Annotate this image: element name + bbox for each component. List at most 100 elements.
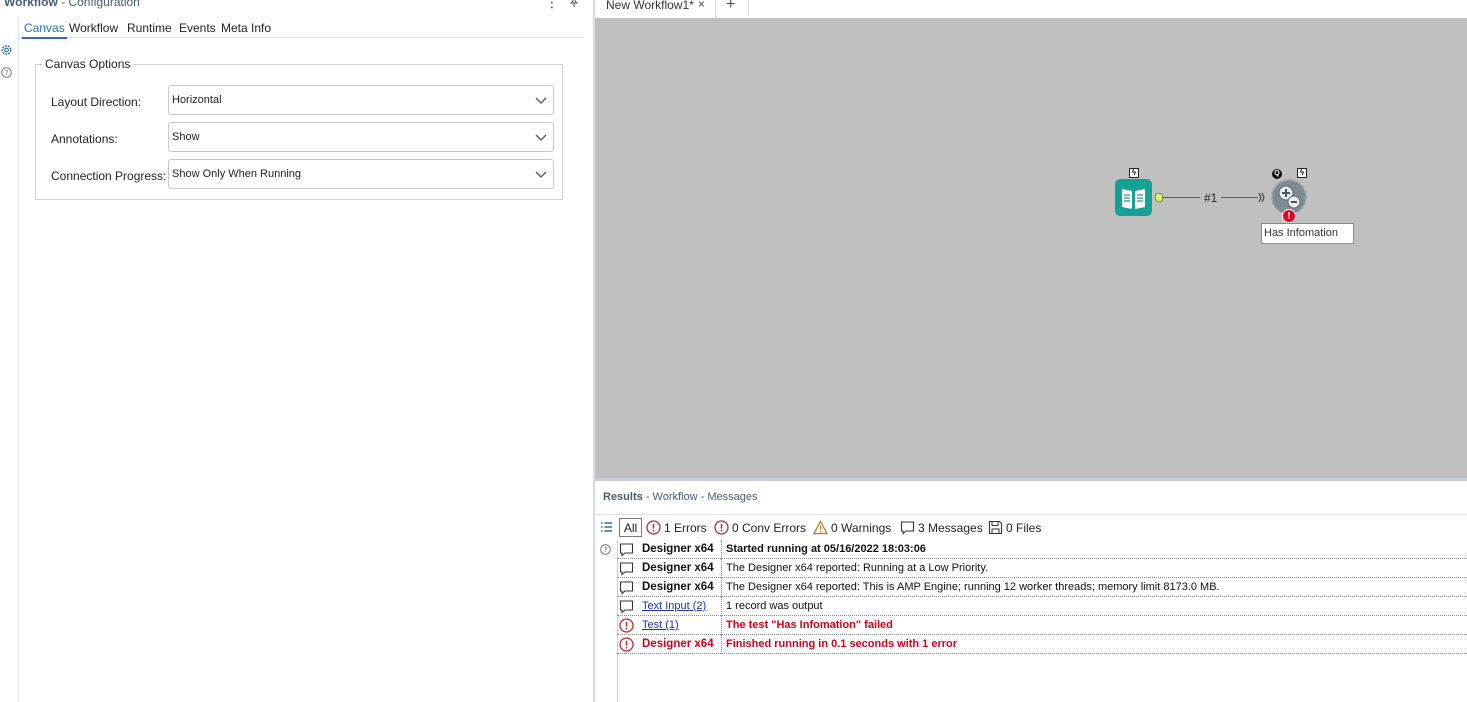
chevron-down-icon: [535, 134, 547, 141]
column-divider: [721, 578, 722, 597]
filter-warnings-button[interactable]: 0 Warnings: [813, 518, 891, 537]
message-icon: [619, 600, 634, 614]
error-icon: [619, 618, 634, 633]
canvas-options-legend: Canvas Options: [42, 57, 134, 71]
connection-line[interactable]: [1221, 197, 1258, 198]
chevron-down-icon: [535, 171, 547, 178]
table-row[interactable]: Designer x64 Started running at 05/16/20…: [617, 540, 1467, 559]
filter-all-label: All: [623, 520, 638, 535]
filter-files-label: 0 Files: [1006, 520, 1042, 535]
connection-progress-value: Show Only When Running: [172, 168, 302, 180]
column-divider: [721, 597, 722, 616]
annotations-label: Annotations:: [51, 132, 118, 146]
message-text: The Designer x64 reported: This is AMP E…: [726, 581, 1220, 593]
divider: [595, 514, 1467, 515]
filter-conv-errors-label: 0 Conv Errors: [732, 520, 807, 535]
layout-direction-select[interactable]: Horizontal: [168, 85, 554, 115]
filter-files-button[interactable]: 0 Files: [988, 518, 1041, 537]
error-indicator-icon: !: [1282, 209, 1296, 223]
filter-conv-errors-button[interactable]: 0 Conv Errors: [714, 518, 806, 537]
filter-errors-button[interactable]: 1 Errors: [646, 518, 707, 537]
filter-all-button[interactable]: All: [619, 518, 642, 537]
filter-warnings-label: 0 Warnings: [831, 520, 892, 535]
filter-errors-label: 1 Errors: [664, 520, 707, 535]
connection-progress-select[interactable]: Show Only When Running: [168, 159, 554, 189]
column-divider: [721, 540, 722, 559]
more-options-icon[interactable]: ⋮: [545, 0, 559, 11]
message-text: Started running at 05/16/2022 18:03:06: [726, 543, 926, 555]
results-title: Results - Workflow - Messages: [603, 491, 757, 503]
results-title-sub: - Workflow - Messages: [645, 491, 758, 503]
svg-text:?: ?: [5, 69, 9, 77]
list-view-icon[interactable]: [600, 521, 613, 533]
help-icon[interactable]: ?: [600, 544, 611, 555]
workflow-canvas[interactable]: ϟ #1 Q ϟ ! Has Infomation: [595, 18, 1467, 478]
tab-new-workflow1[interactable]: New Workflow1* ×: [595, 0, 716, 18]
conv-error-icon: [714, 520, 729, 535]
message-source: Designer x64: [642, 638, 714, 650]
panel-title: Workflow - Configuration: [4, 0, 140, 9]
tab-meta-info[interactable]: Meta Info: [221, 21, 271, 35]
connection-line[interactable]: [1163, 197, 1200, 198]
message-icon: [619, 543, 634, 557]
message-icon: [619, 581, 634, 595]
message-source: Designer x64: [642, 562, 714, 574]
message-source: Designer x64: [642, 581, 714, 593]
message-source: Designer x64: [642, 543, 714, 555]
close-icon[interactable]: ×: [698, 0, 705, 11]
annotations-value: Show: [172, 131, 200, 143]
warning-icon: [813, 520, 828, 535]
configuration-panel: Workflow - Configuration ⋮ ? Canvas Work…: [0, 0, 593, 702]
input-anchor[interactable]: [1258, 192, 1266, 203]
annotations-select[interactable]: Show: [168, 122, 554, 152]
column-divider: [721, 616, 722, 635]
document-tab-label: New Workflow1*: [606, 0, 694, 12]
column-divider: [721, 635, 722, 654]
message-text: The test "Has Infomation" failed: [726, 619, 893, 631]
tool-annotation: Has Infomation: [1261, 223, 1354, 244]
filter-messages-button[interactable]: 3 Messages: [900, 518, 983, 537]
book-icon: [1122, 189, 1145, 209]
error-icon: [619, 637, 634, 652]
table-row[interactable]: Designer x64 The Designer x64 reported: …: [617, 559, 1467, 578]
tab-canvas[interactable]: Canvas: [22, 21, 67, 39]
table-row[interactable]: Text Input (2) 1 record was output: [617, 597, 1467, 616]
help-icon[interactable]: ?: [1, 67, 12, 78]
tab-runtime[interactable]: Runtime: [127, 21, 172, 35]
config-side-rail: ?: [0, 18, 19, 702]
table-row[interactable]: Designer x64 The Designer x64 reported: …: [617, 578, 1467, 597]
message-text: 1 record was output: [726, 600, 823, 612]
tab-separator: [748, 0, 749, 16]
chevron-down-icon: [535, 97, 547, 104]
error-icon: [646, 520, 661, 535]
tool-link-test[interactable]: Test (1): [642, 619, 679, 631]
add-tab-icon[interactable]: +: [726, 0, 735, 14]
svg-text:?: ?: [604, 546, 608, 554]
results-filter-bar: All 1 Errors 0 Conv Errors 0 Warnings 3 …: [595, 517, 1467, 537]
pin-icon[interactable]: [568, 0, 580, 8]
table-row[interactable]: Designer x64 Finished running in 0.1 sec…: [617, 635, 1467, 654]
tool-link-text-input[interactable]: Text Input (2): [642, 600, 706, 612]
results-panel: Results - Workflow - Messages All 1 Erro…: [595, 481, 1467, 702]
lightning-bolt-icon: ϟ: [1297, 168, 1307, 178]
output-anchor[interactable]: [1155, 193, 1163, 202]
canvas-options-group: Canvas Options Layout Direction: Horizon…: [35, 57, 563, 200]
panel-title-main: Workflow: [4, 0, 58, 9]
layout-direction-label: Layout Direction:: [51, 95, 142, 109]
message-icon: [900, 521, 915, 535]
lightning-bolt-icon: ϟ: [1129, 168, 1139, 178]
messages-table: Designer x64 Started running at 05/16/20…: [617, 540, 1467, 654]
gear-icon[interactable]: [0, 43, 13, 57]
message-text: Finished running in 0.1 seconds with 1 e…: [726, 638, 958, 650]
tab-events[interactable]: Events: [179, 21, 216, 35]
table-row[interactable]: Test (1) The test "Has Infomation" faile…: [617, 616, 1467, 635]
connection-label: #1: [1204, 191, 1218, 205]
layout-direction-value: Horizontal: [172, 94, 222, 106]
save-file-icon: [988, 520, 1003, 535]
results-title-main: Results: [603, 491, 643, 503]
message-icon: [619, 562, 634, 576]
document-tab-bar: New Workflow1* × +: [595, 0, 1467, 18]
tab-workflow[interactable]: Workflow: [69, 21, 118, 35]
connection-progress-label: Connection Progress:: [51, 169, 167, 183]
text-input-tool[interactable]: [1115, 179, 1152, 216]
